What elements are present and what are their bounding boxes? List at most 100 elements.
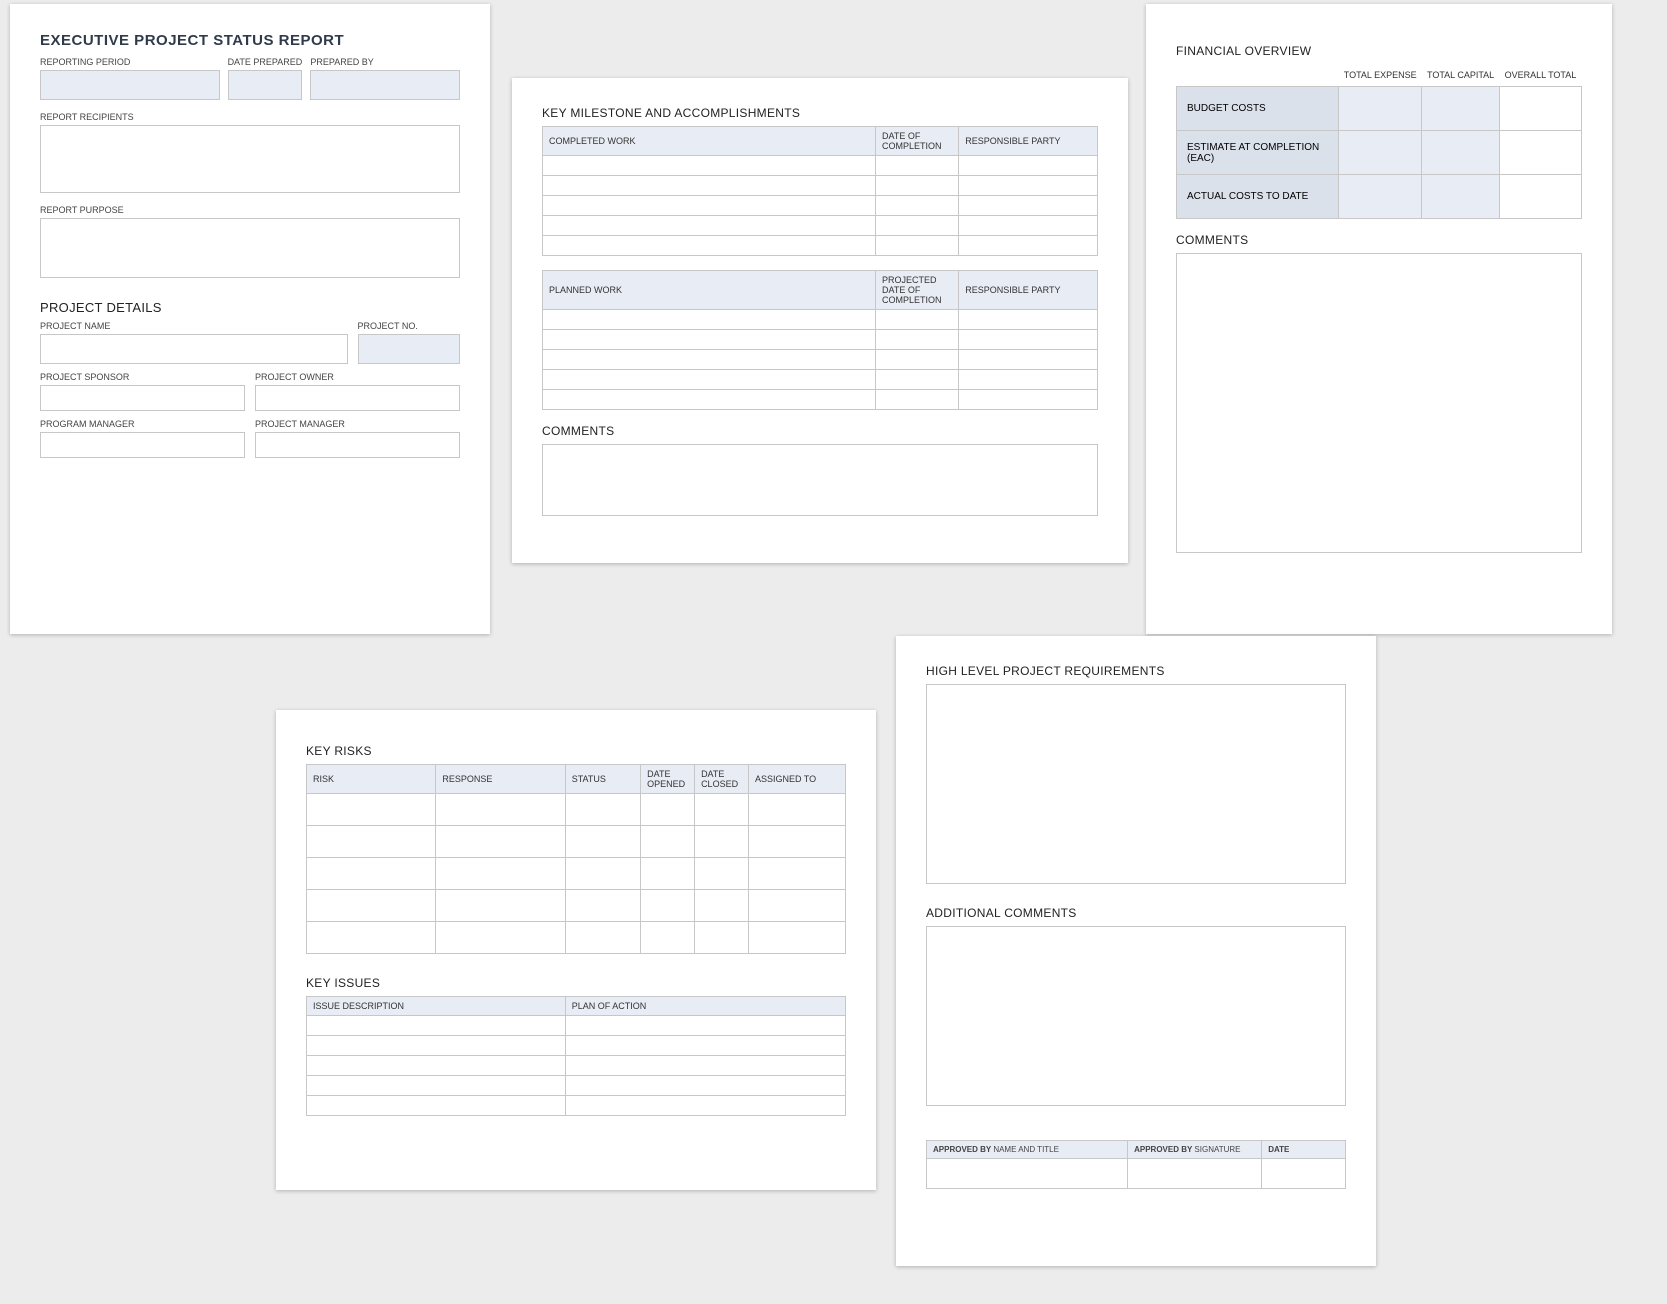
table-cell[interactable]: [565, 1056, 845, 1076]
table-cell[interactable]: [565, 794, 640, 826]
reporting-period-input[interactable]: [40, 70, 220, 100]
table-cell[interactable]: [1422, 87, 1499, 131]
table-cell[interactable]: [543, 310, 876, 330]
table-cell[interactable]: [307, 1056, 566, 1076]
table-cell[interactable]: [307, 1096, 566, 1116]
approved-date-input[interactable]: [1262, 1159, 1346, 1189]
table-cell[interactable]: [543, 350, 876, 370]
table-cell[interactable]: [641, 794, 695, 826]
table-cell[interactable]: [543, 156, 876, 176]
table-cell[interactable]: [1422, 131, 1499, 175]
financial-comments-heading: COMMENTS: [1176, 233, 1582, 247]
table-cell[interactable]: [959, 310, 1098, 330]
report-recipients-input[interactable]: [40, 125, 460, 193]
table-cell[interactable]: [641, 922, 695, 954]
table-cell[interactable]: [307, 794, 436, 826]
report-purpose-input[interactable]: [40, 218, 460, 278]
additional-comments-input[interactable]: [926, 926, 1346, 1106]
table-cell[interactable]: [695, 858, 749, 890]
table-cell[interactable]: [959, 236, 1098, 256]
table-cell[interactable]: [565, 826, 640, 858]
table-cell[interactable]: [641, 890, 695, 922]
project-name-input[interactable]: [40, 334, 348, 364]
table-cell[interactable]: [565, 1076, 845, 1096]
table-cell[interactable]: [641, 826, 695, 858]
project-no-label: PROJECT NO.: [358, 321, 461, 331]
table-cell[interactable]: [959, 350, 1098, 370]
table-cell[interactable]: [543, 216, 876, 236]
table-cell[interactable]: [748, 890, 845, 922]
table-cell[interactable]: [543, 330, 876, 350]
table-cell[interactable]: [876, 370, 959, 390]
financial-comments-input[interactable]: [1176, 253, 1582, 553]
table-cell[interactable]: [695, 826, 749, 858]
approved-signature-input[interactable]: [1128, 1159, 1262, 1189]
table-cell[interactable]: [436, 922, 565, 954]
table-cell[interactable]: [959, 390, 1098, 410]
table-cell[interactable]: [307, 1036, 566, 1056]
project-sponsor-input[interactable]: [40, 385, 245, 411]
table-cell[interactable]: [748, 858, 845, 890]
table-cell[interactable]: [436, 794, 565, 826]
table-cell[interactable]: [307, 922, 436, 954]
table-cell[interactable]: [543, 370, 876, 390]
prepared-by-input[interactable]: [310, 70, 460, 100]
table-cell[interactable]: [307, 858, 436, 890]
table-cell[interactable]: [876, 176, 959, 196]
project-details-heading: PROJECT DETAILS: [40, 300, 460, 315]
table-cell[interactable]: [543, 236, 876, 256]
table-cell[interactable]: [1499, 87, 1581, 131]
table-cell[interactable]: [436, 826, 565, 858]
program-manager-input[interactable]: [40, 432, 245, 458]
table-cell[interactable]: [436, 890, 565, 922]
table-cell[interactable]: [876, 156, 959, 176]
table-cell[interactable]: [565, 858, 640, 890]
table-cell[interactable]: [565, 1036, 845, 1056]
table-cell[interactable]: [307, 1016, 566, 1036]
table-cell[interactable]: [543, 176, 876, 196]
project-owner-input[interactable]: [255, 385, 460, 411]
table-cell[interactable]: [307, 826, 436, 858]
table-cell[interactable]: [959, 216, 1098, 236]
table-cell[interactable]: [565, 1016, 845, 1036]
table-cell[interactable]: [565, 1096, 845, 1116]
table-cell[interactable]: [307, 1076, 566, 1096]
table-cell[interactable]: [748, 794, 845, 826]
table-cell[interactable]: [695, 794, 749, 826]
table-cell[interactable]: [543, 196, 876, 216]
table-cell[interactable]: [876, 236, 959, 256]
project-no-input[interactable]: [358, 334, 461, 364]
table-cell[interactable]: [1339, 87, 1422, 131]
table-cell[interactable]: [436, 858, 565, 890]
project-manager-input[interactable]: [255, 432, 460, 458]
table-cell[interactable]: [695, 922, 749, 954]
table-cell[interactable]: [876, 216, 959, 236]
table-cell[interactable]: [876, 310, 959, 330]
table-cell[interactable]: [695, 890, 749, 922]
table-cell[interactable]: [876, 350, 959, 370]
table-cell[interactable]: [876, 196, 959, 216]
table-cell[interactable]: [876, 390, 959, 410]
requirements-input[interactable]: [926, 684, 1346, 884]
table-cell[interactable]: [1499, 175, 1581, 219]
table-cell[interactable]: [959, 370, 1098, 390]
table-cell[interactable]: [543, 390, 876, 410]
table-cell[interactable]: [959, 156, 1098, 176]
approved-name-input[interactable]: [927, 1159, 1128, 1189]
table-cell[interactable]: [1339, 131, 1422, 175]
table-cell[interactable]: [1422, 175, 1499, 219]
date-prepared-input[interactable]: [228, 70, 303, 100]
table-cell[interactable]: [959, 196, 1098, 216]
table-cell[interactable]: [641, 858, 695, 890]
table-cell[interactable]: [959, 176, 1098, 196]
table-cell[interactable]: [307, 890, 436, 922]
milestone-comments-input[interactable]: [542, 444, 1098, 516]
table-cell[interactable]: [1499, 131, 1581, 175]
table-cell[interactable]: [1339, 175, 1422, 219]
table-cell[interactable]: [959, 330, 1098, 350]
table-cell[interactable]: [748, 922, 845, 954]
table-cell[interactable]: [876, 330, 959, 350]
table-cell[interactable]: [565, 890, 640, 922]
table-cell[interactable]: [748, 826, 845, 858]
table-cell[interactable]: [565, 922, 640, 954]
